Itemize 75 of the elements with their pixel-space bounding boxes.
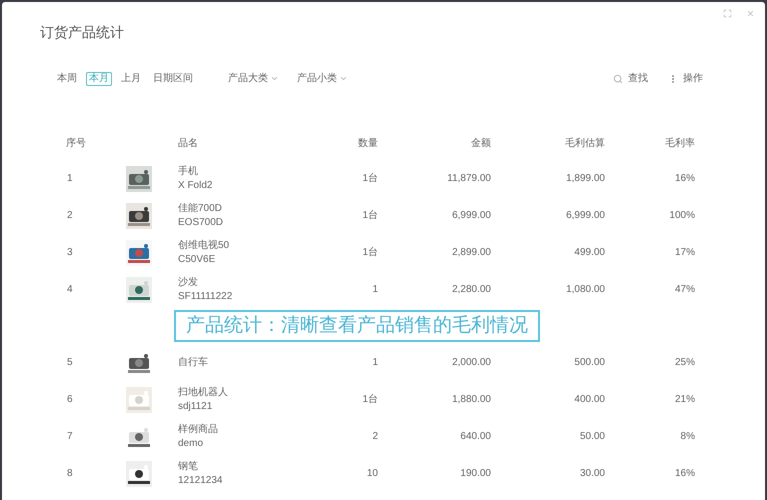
margin-cell-text: 100% bbox=[668, 209, 695, 223]
product-name: 佳能700D bbox=[178, 204, 223, 214]
search-icon bbox=[613, 74, 623, 84]
product-name: 扫地机器人 bbox=[178, 388, 229, 398]
column-header: 金额 bbox=[470, 136, 491, 150]
quantity-cell-text: 1 bbox=[371, 283, 378, 297]
product-name: 钢笔 bbox=[178, 462, 199, 472]
product-model: EOS700D bbox=[178, 218, 224, 228]
quantity-cell-text: 1 bbox=[371, 356, 378, 370]
search-button[interactable]: 查找 bbox=[613, 71, 648, 86]
amount-cell-text: 190.00 bbox=[459, 467, 491, 481]
quantity-cell-text: 1台 bbox=[361, 172, 378, 186]
amount-cell-text: 2,280.00 bbox=[451, 283, 491, 297]
margin-cell-text: 17% bbox=[674, 246, 695, 260]
period-tab[interactable]: 本周 bbox=[54, 72, 80, 86]
index-cell-text: 8 bbox=[66, 467, 74, 481]
gross-profit-cell-text: 50.00 bbox=[578, 430, 605, 444]
quantity-cell-text: 2 bbox=[371, 430, 378, 444]
period-tab[interactable]: 上月 bbox=[118, 72, 144, 86]
product-model: C50V6E bbox=[178, 254, 216, 264]
quantity-cell-text: 1台 bbox=[361, 246, 378, 260]
product-model: SF11111222 bbox=[178, 292, 234, 302]
column-header: 数量 bbox=[357, 136, 378, 150]
gross-profit-cell-text: 500.00 bbox=[573, 356, 605, 370]
close-icon[interactable] bbox=[746, 9, 755, 18]
product-name: 创维电视50 bbox=[178, 240, 230, 250]
column-header: 毛利率 bbox=[664, 136, 695, 150]
caption-banner: 产品统计：清晰查看产品销售的毛利情况 bbox=[174, 310, 540, 342]
index-cell-text: 6 bbox=[66, 393, 74, 407]
chevron-icon bbox=[270, 74, 279, 83]
amount-cell-text: 2,000.00 bbox=[451, 356, 491, 370]
margin-cell-text: 16% bbox=[674, 467, 695, 481]
period-tab[interactable]: 日期区间 bbox=[150, 72, 196, 86]
product-model: X Fold2 bbox=[178, 180, 214, 190]
margin-cell-text: 21% bbox=[674, 393, 695, 407]
column-header: 序号 bbox=[66, 136, 87, 150]
amount-cell-text: 1,880.00 bbox=[451, 393, 491, 407]
margin-cell-text: 16% bbox=[674, 172, 695, 186]
gross-profit-cell-text: 499.00 bbox=[573, 246, 605, 260]
index-cell-text: 5 bbox=[66, 356, 74, 370]
filter-dropdown[interactable]: 产品大类 bbox=[228, 71, 279, 86]
margin-cell-text: 8% bbox=[680, 430, 695, 444]
index-cell-text: 4 bbox=[66, 283, 74, 297]
amount-cell-text: 6,999.00 bbox=[451, 209, 491, 223]
chevron-icon bbox=[339, 74, 348, 83]
gross-profit-cell-text: 6,999.00 bbox=[565, 209, 605, 223]
index-cell-text: 1 bbox=[66, 172, 74, 186]
product-name: 样例商品 bbox=[178, 424, 219, 434]
gross-profit-cell-text: 1,080.00 bbox=[565, 283, 605, 297]
margin-cell-text: 25% bbox=[674, 356, 695, 370]
amount-cell-text: 11,879.00 bbox=[446, 172, 491, 186]
index-cell-text: 3 bbox=[66, 246, 74, 260]
amount-cell-text: 2,899.00 bbox=[451, 246, 491, 260]
gross-profit-cell-text: 400.00 bbox=[573, 393, 605, 407]
quantity-cell-text: 1台 bbox=[361, 392, 378, 407]
product-name: 手机 bbox=[178, 166, 199, 176]
product-name: 沙发 bbox=[178, 278, 199, 288]
filter-dropdown[interactable]: 产品小类 bbox=[297, 71, 348, 86]
amount-cell-text: 640.00 bbox=[459, 430, 491, 444]
column-header: 品名 bbox=[178, 136, 199, 150]
gross-profit-cell-text: 1,899.00 bbox=[565, 172, 605, 186]
product-model: demo bbox=[178, 438, 204, 448]
gross-profit-cell-text: 30.00 bbox=[578, 467, 605, 481]
index-cell-text: 2 bbox=[66, 209, 74, 223]
quantity-cell-text: 10 bbox=[366, 467, 378, 481]
maximize-icon[interactable] bbox=[723, 9, 732, 18]
product-model: 12121234 bbox=[178, 476, 224, 486]
quantity-cell-text: 1台 bbox=[361, 208, 378, 223]
column-header: 毛利估算 bbox=[564, 136, 605, 150]
dialog-title: 订货产品统计 bbox=[40, 25, 125, 39]
margin-cell-text: 47% bbox=[674, 283, 695, 297]
more-button[interactable]: 操作 bbox=[668, 71, 703, 86]
product-model: sdj1121 bbox=[178, 402, 214, 412]
index-cell-text: 7 bbox=[66, 430, 74, 444]
product-name: 自行车 bbox=[178, 358, 209, 368]
